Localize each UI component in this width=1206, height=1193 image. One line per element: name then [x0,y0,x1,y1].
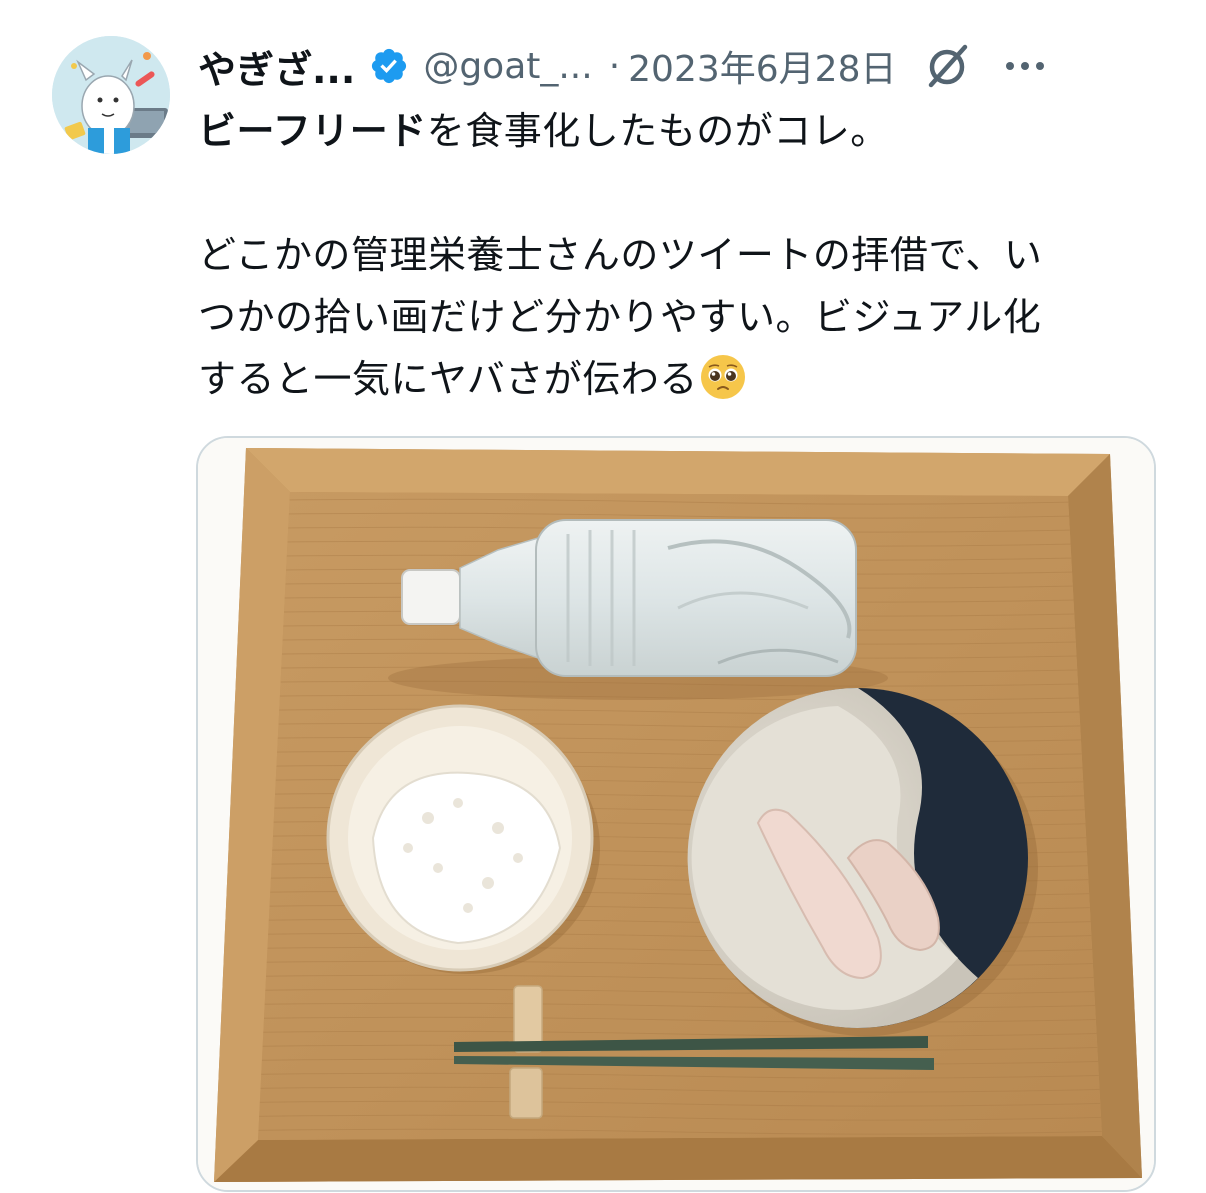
verified-badge-icon [372,48,407,84]
tweet-bold-term: ビーフリード [198,109,427,153]
tweet-text-line1: ビーフリードを食事化したものがコレ。 [198,109,889,153]
tweet-date[interactable]: 2023年6月28日 [628,40,896,92]
pleading-face-emoji-icon [700,355,745,399]
tweet-photo[interactable] [196,436,1156,1192]
tweet-text-line4: すると一気にヤバさが伝わる [198,348,1158,410]
tweet-header: やぎざ... @goat_... · 2023年6月28日 [198,36,1166,96]
tweet-text: ビーフリードを食事化したものがコレ。 どこかの管理栄養士さんのツイートの拝借で、… [198,100,1158,410]
meal-tray-photo [198,438,1154,1190]
more-options-icon[interactable] [1003,56,1047,76]
tweet-text-line3: つかの拾い画だけど分かりやすい。ビジュアル化 [198,295,1042,339]
grok-icon[interactable] [921,39,975,93]
avatar[interactable] [52,36,170,154]
tweet-text-line2: どこかの管理栄養士さんのツイートの拝借で、い [198,233,1043,277]
goat-avatar-illustration [52,36,170,154]
author-handle[interactable]: @goat_... [423,46,592,87]
author-name[interactable]: やぎざ... [198,39,355,94]
separator-dot: · [608,45,621,87]
